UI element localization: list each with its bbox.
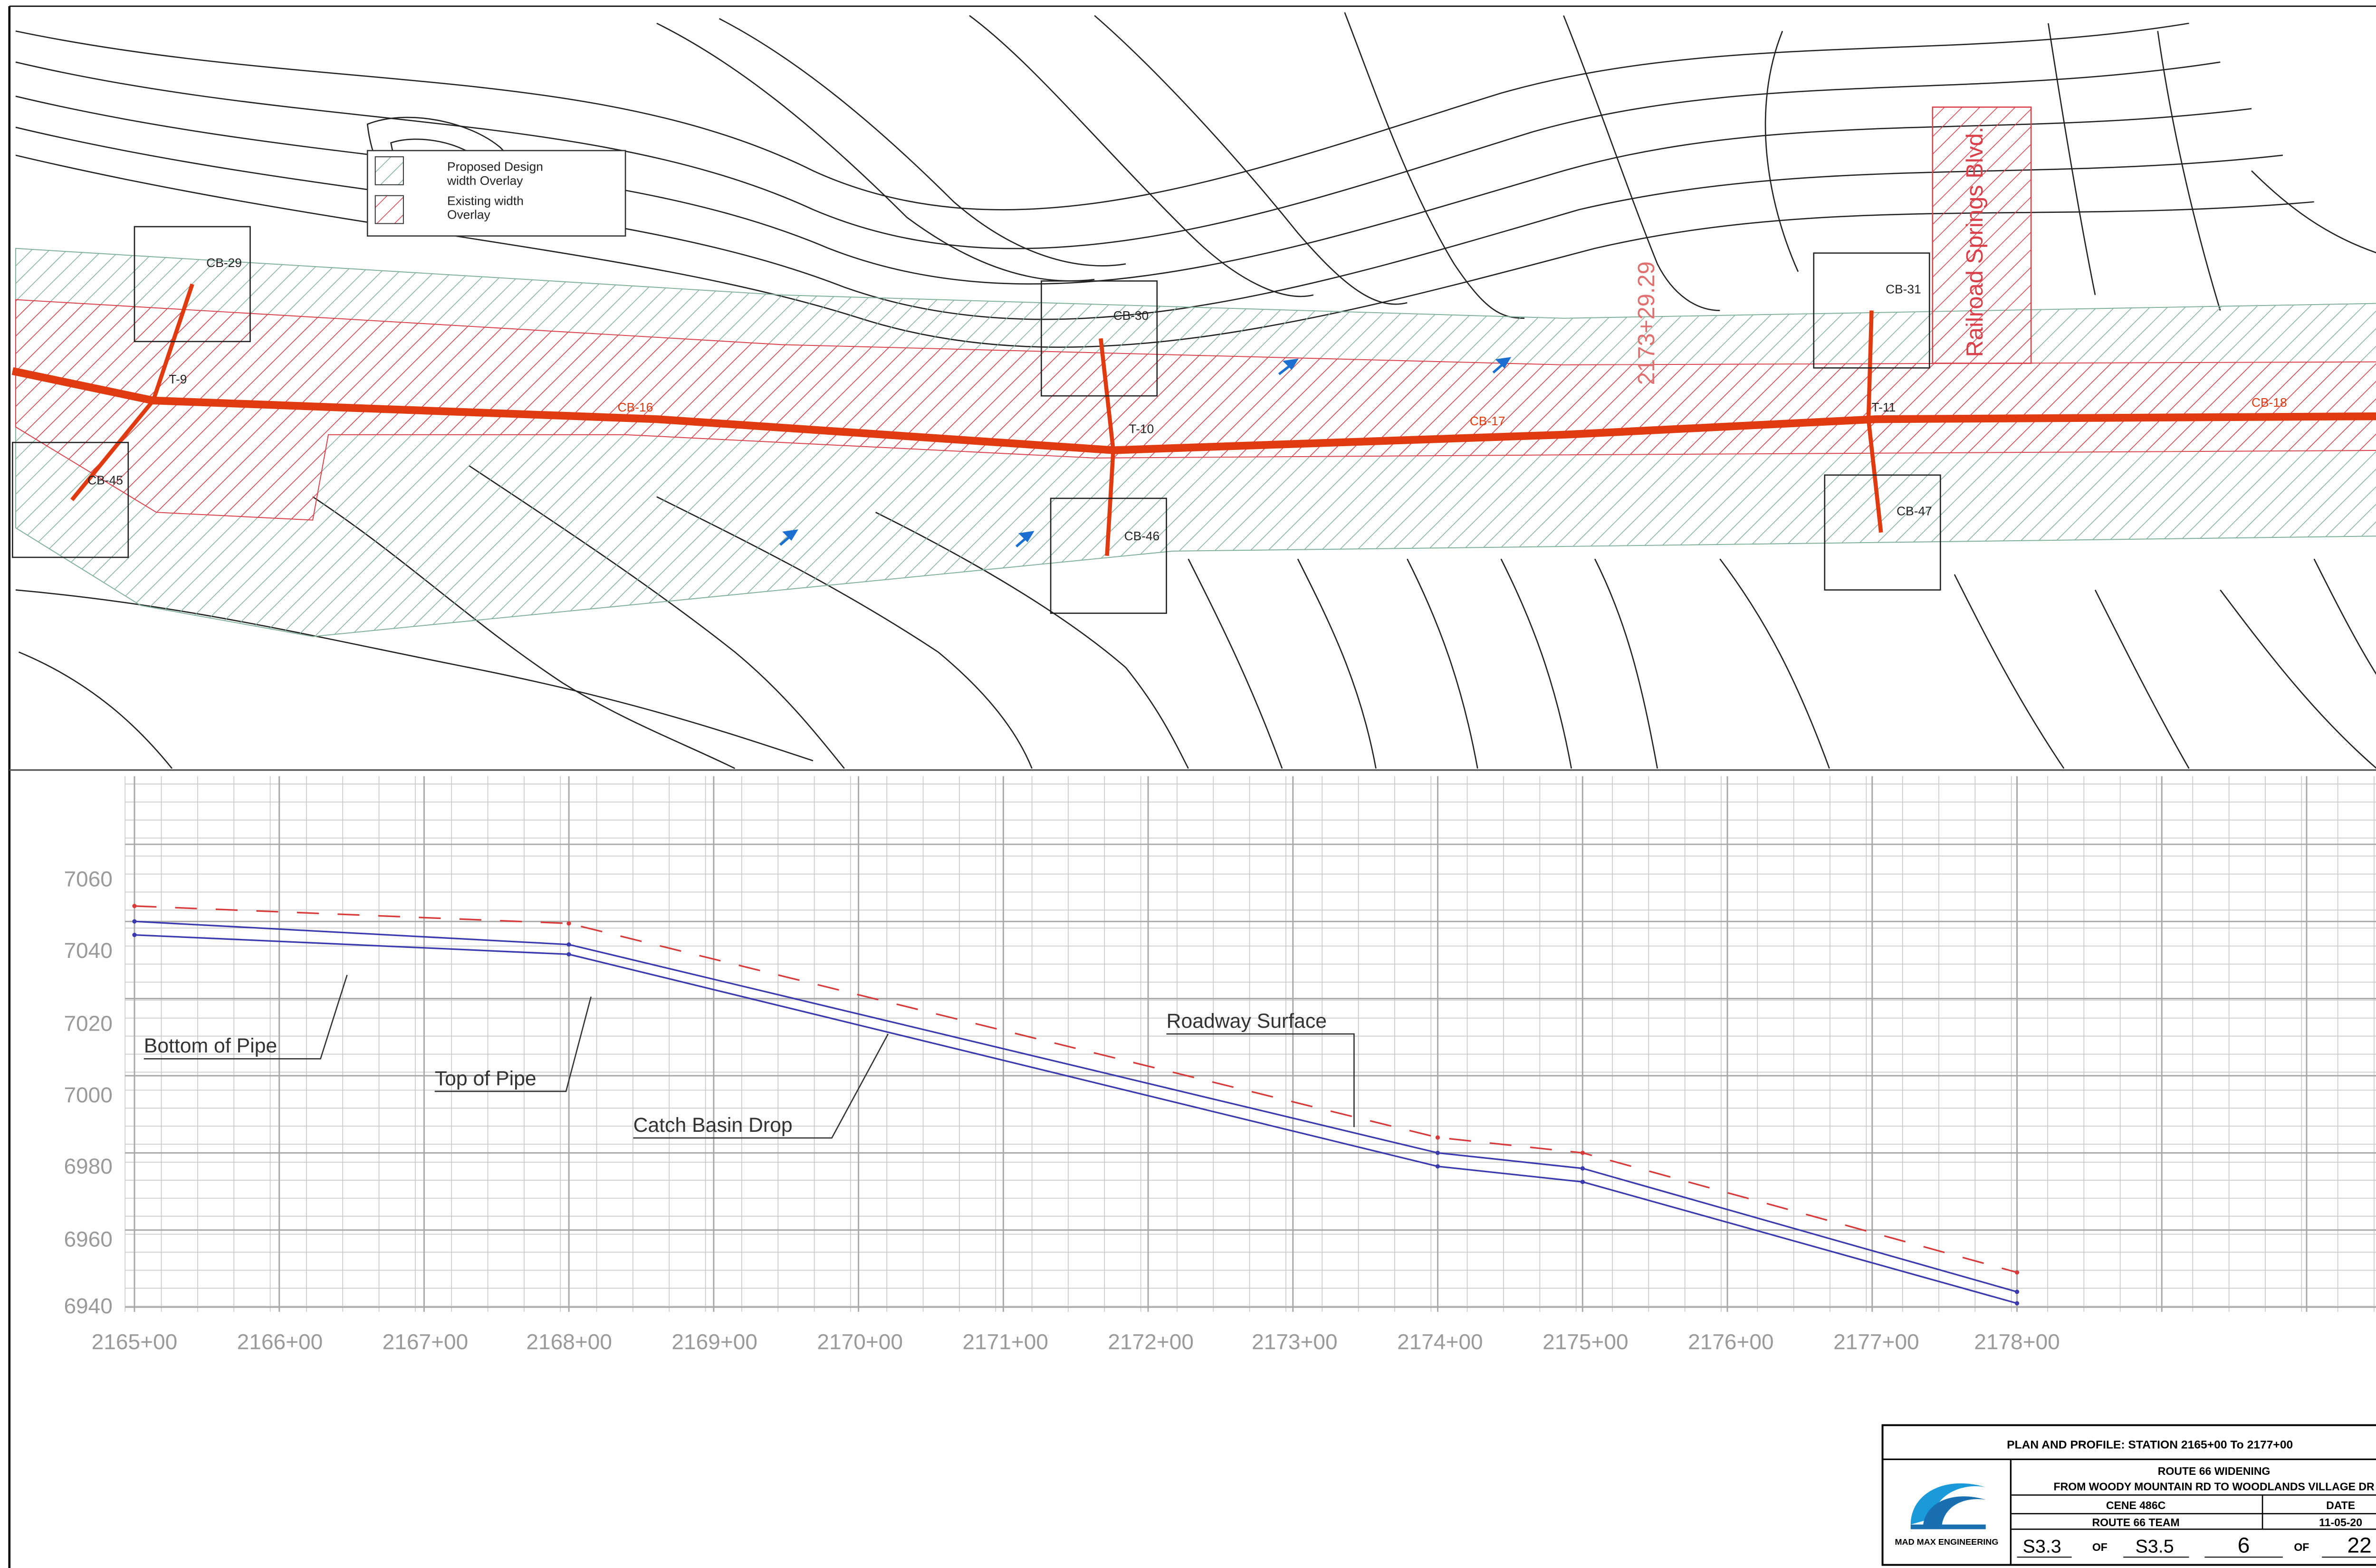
- street-label: Railroad Springs Blvd.: [1962, 127, 1988, 357]
- series-roadway-surface-point: [1580, 1150, 1585, 1155]
- station-label: 2173+29.29: [1633, 261, 1659, 385]
- x-tick-label: 2178+00: [1974, 1329, 2060, 1354]
- series-top-of-pipe-point: [2014, 1290, 2020, 1294]
- x-tick-label: 2167+00: [383, 1329, 469, 1354]
- structure-label-cb-30: CB-30: [1113, 308, 1149, 323]
- page-total: 22: [2347, 1532, 2371, 1557]
- x-tick-label: 2169+00: [671, 1329, 757, 1354]
- legend-proposed-line-2: width Overlay: [447, 173, 523, 188]
- project-name: ROUTE 66 WIDENING: [2158, 1465, 2271, 1477]
- series-bottom-of-pipe-point: [132, 933, 137, 937]
- series-bottom-of-pipe-point: [1435, 1164, 1440, 1169]
- callout-roadway-surface: Roadway Surface: [1167, 1010, 1327, 1033]
- y-tick-label: 7060: [64, 867, 112, 891]
- series-top-of-pipe-point: [1435, 1150, 1440, 1155]
- x-tick-label: 2170+00: [817, 1329, 903, 1354]
- series-roadway-surface-point: [2014, 1270, 2020, 1275]
- callout-bottom-of-pipe: Bottom of Pipe: [144, 1034, 277, 1057]
- structure-label-cb-31: CB-31: [1886, 282, 1921, 296]
- callout-top-of-pipe: Top of Pipe: [435, 1067, 537, 1090]
- team-name: ROUTE 66 TEAM: [2092, 1516, 2179, 1529]
- y-tick-label: 7000: [64, 1082, 112, 1107]
- company-name: MAD MAX ENGINEERING: [1895, 1537, 1998, 1547]
- legend-existing-line-2: Overlay: [447, 208, 491, 222]
- project-limits: FROM WOODY MOUNTAIN RD TO WOODLANDS VILL…: [2054, 1481, 2375, 1493]
- x-tick-label: 2176+00: [1688, 1329, 1774, 1354]
- course-number: CENE 486C: [2106, 1499, 2165, 1511]
- series-bottom-of-pipe-point: [1580, 1179, 1585, 1184]
- x-tick-label: 2174+00: [1397, 1329, 1483, 1354]
- series-roadway-surface-point: [1435, 1135, 1440, 1140]
- pipe-label-cb-17: CB-17: [1470, 414, 1505, 428]
- y-tick-label: 6980: [64, 1154, 112, 1178]
- legend-proposed-line-1: Proposed Design: [447, 159, 543, 173]
- title-block: PLAN AND PROFILE: STATION 2165+00 To 217…: [1881, 1424, 2376, 1566]
- x-tick-label: 2173+00: [1252, 1329, 1338, 1354]
- structure-label-cb-47: CB-47: [1897, 504, 1932, 518]
- x-tick-label: 2168+00: [526, 1329, 612, 1354]
- date-label: DATE: [2326, 1499, 2355, 1511]
- plan-title: PLAN AND PROFILE: STATION 2165+00 To 217…: [2007, 1438, 2293, 1451]
- series-bottom-of-pipe-point: [566, 952, 571, 956]
- structure-label-cb-45: CB-45: [87, 473, 123, 487]
- date-value: 11-05-20: [2319, 1516, 2362, 1529]
- pipe-label-cb-16: CB-16: [618, 400, 653, 414]
- series-roadway-surface-point: [132, 904, 137, 908]
- x-tick-label: 2171+00: [962, 1329, 1048, 1354]
- sheet-total: S3.5: [2135, 1536, 2174, 1557]
- drawing-sheet: Railroad Springs Blvd. Proposed Design w…: [0, 0, 2376, 1568]
- y-tick-label: 6940: [64, 1293, 112, 1318]
- series-roadway-surface-point: [566, 921, 571, 926]
- page-number: 6: [2238, 1532, 2250, 1557]
- structure-label-cb-29: CB-29: [206, 256, 242, 270]
- x-tick-label: 2165+00: [92, 1329, 178, 1354]
- plan-legend: Proposed Design width Overlay Existing w…: [366, 150, 626, 237]
- y-tick-label: 7020: [64, 1011, 112, 1036]
- structure-label-cb-46: CB-46: [1124, 529, 1160, 543]
- y-tick-label: 7040: [64, 938, 112, 963]
- pipe-label-cb-18: CB-18: [2251, 395, 2287, 410]
- junction-label-t-11: T-11: [1872, 400, 1896, 414]
- of-label: OF: [2092, 1541, 2108, 1553]
- callout-catch-basin-drop: Catch Basin Drop: [633, 1114, 793, 1137]
- x-tick-label: 2177+00: [1833, 1329, 1919, 1354]
- legend-swatch-proposed: [374, 156, 404, 185]
- x-tick-label: 2175+00: [1542, 1329, 1629, 1354]
- sheet-number: S3.3: [2023, 1536, 2061, 1557]
- y-tick-label: 6960: [64, 1227, 112, 1252]
- junction-label-t-10: T-10: [1129, 422, 1154, 436]
- junction-label-t-9: T-9: [169, 372, 187, 386]
- series-top-of-pipe-point: [132, 919, 137, 924]
- legend-swatch-existing: [374, 195, 404, 224]
- of-label-page: OF: [2294, 1541, 2309, 1553]
- series-top-of-pipe-point: [1580, 1166, 1585, 1171]
- x-tick-label: 2166+00: [237, 1329, 323, 1354]
- series-bottom-of-pipe-point: [2014, 1301, 2020, 1306]
- series-top-of-pipe-point: [566, 942, 571, 947]
- x-tick-label: 2172+00: [1108, 1329, 1194, 1354]
- legend-existing-line-1: Existing width: [447, 193, 524, 208]
